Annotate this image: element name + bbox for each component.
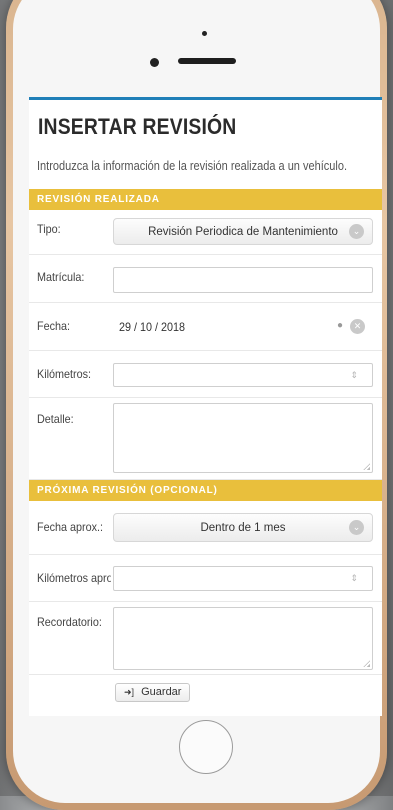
section-heading: PRÓXIMA REVISIÓN (OPCIONAL) <box>37 485 218 496</box>
app-screen: INSERTAR REVISIÓN Introduzca la informac… <box>29 97 382 716</box>
earpiece-speaker <box>178 58 236 64</box>
matricula-input[interactable] <box>113 267 373 293</box>
km-aprox-input[interactable]: ⇕ <box>113 566 373 591</box>
row-tipo: Tipo: Revisión Periodica de Mantenimient… <box>29 210 382 255</box>
detalle-label: Detalle: <box>37 412 74 426</box>
chevron-down-icon: ⌄ <box>349 520 364 535</box>
tipo-select-value: Revisión Periodica de Mantenimiento <box>148 226 338 238</box>
tipo-label: Tipo: <box>37 222 61 236</box>
spinner-icon[interactable]: ⇕ <box>350 573 358 584</box>
fecha-label: Fecha: <box>37 319 71 333</box>
recordatorio-label: Recordatorio: <box>37 615 102 629</box>
fecha-aprox-value: Dentro de 1 mes <box>200 522 286 534</box>
section-heading: REVISIÓN REALIZADA <box>37 194 160 205</box>
km-aprox-label: Kilómetros aprox.: <box>37 571 111 585</box>
resize-handle-icon[interactable] <box>363 660 370 667</box>
kilometros-input[interactable]: ⇕ <box>113 363 373 387</box>
recordatorio-textarea[interactable] <box>113 607 373 670</box>
section-header-proxima: PRÓXIMA REVISIÓN (OPCIONAL) <box>29 480 382 501</box>
calendar-dot-icon[interactable]: ● <box>337 320 343 331</box>
resize-handle-icon[interactable] <box>363 463 370 470</box>
fecha-aprox-label: Fecha aprox.: <box>37 520 104 534</box>
row-fecha: Fecha: 29 / 10 / 2018 ● ✕ <box>29 303 382 351</box>
save-button[interactable]: ➜] Guardar <box>115 683 191 702</box>
page-subtitle: Introduzca la información de la revisión… <box>37 159 348 173</box>
row-matricula: Matrícula: <box>29 255 382 303</box>
row-fecha-aprox: Fecha aprox.: Dentro de 1 mes ⌄ <box>29 501 382 555</box>
spinner-icon[interactable]: ⇕ <box>350 370 358 381</box>
front-camera-icon <box>150 58 159 67</box>
page-title: INSERTAR REVISIÓN <box>38 114 237 139</box>
detalle-textarea[interactable] <box>113 403 373 473</box>
clear-icon[interactable]: ✕ <box>350 319 365 334</box>
home-button[interactable] <box>179 720 233 774</box>
save-arrow-icon: ➜] <box>124 687 135 697</box>
fecha-aprox-select[interactable]: Dentro de 1 mes ⌄ <box>113 513 373 542</box>
chevron-down-icon: ⌄ <box>349 224 364 239</box>
fecha-value: 29 / 10 / 2018 <box>119 320 186 334</box>
section-header-revision: REVISIÓN REALIZADA <box>29 189 382 210</box>
fecha-input[interactable]: 29 / 10 / 2018 ● ✕ <box>113 314 373 340</box>
tipo-select[interactable]: Revisión Periodica de Mantenimiento ⌄ <box>113 218 373 245</box>
kilometros-label: Kilómetros: <box>37 367 92 381</box>
row-recordatorio: Recordatorio: <box>29 602 382 675</box>
save-button-label: Guardar <box>141 686 182 698</box>
proximity-sensor <box>202 31 207 36</box>
row-kilometros: Kilómetros: ⇕ <box>29 351 382 398</box>
matricula-label: Matrícula: <box>37 270 85 284</box>
row-detalle: Detalle: <box>29 398 382 480</box>
row-km-aprox: Kilómetros aprox.: ⇕ <box>29 555 382 602</box>
